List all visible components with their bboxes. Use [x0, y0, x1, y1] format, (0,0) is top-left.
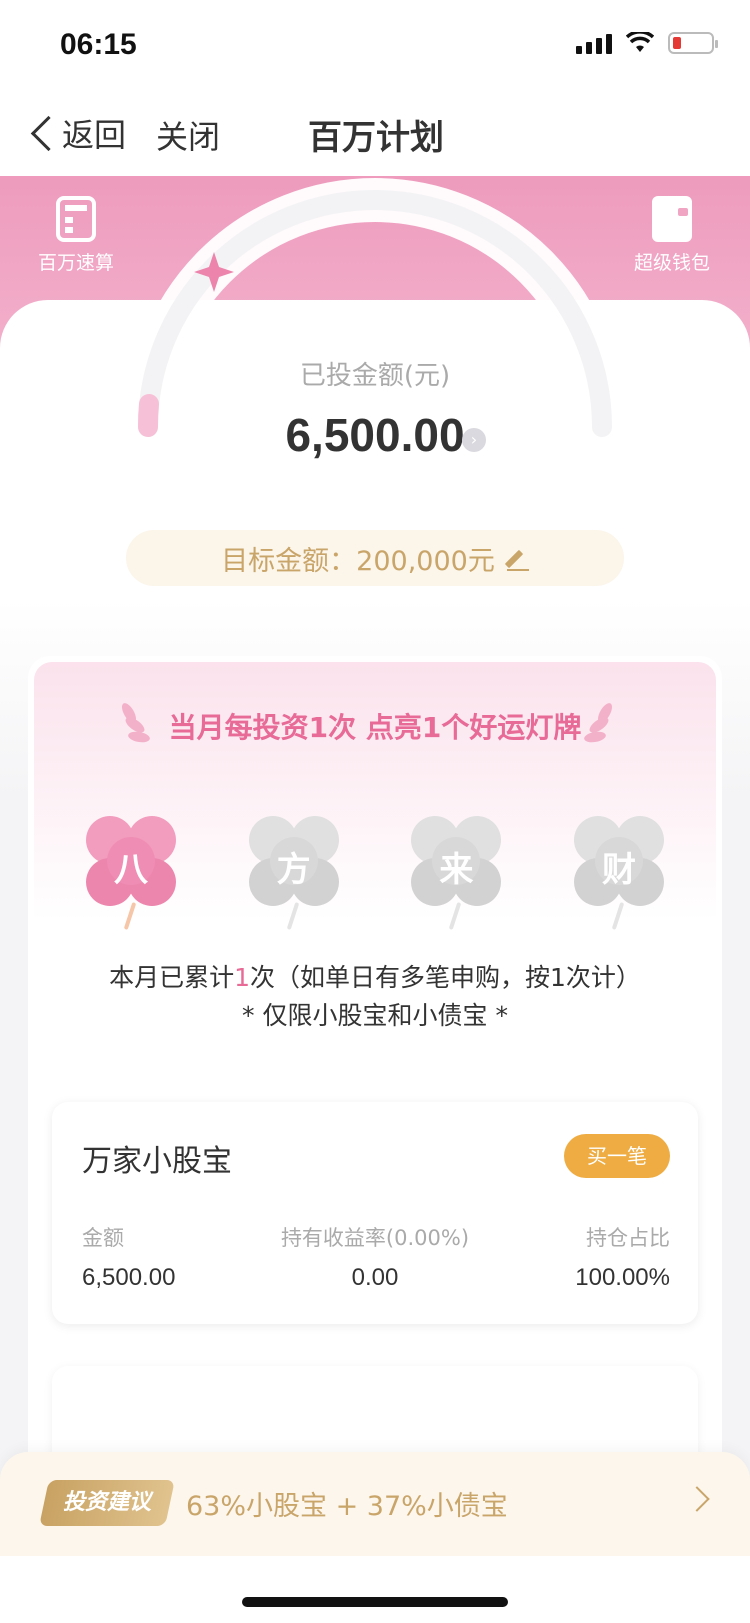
lantern-2: 来 [411, 806, 502, 936]
count-number: 1 [234, 963, 250, 992]
stat-yield: 持有收益率(0.00%) 0.00 [262, 1222, 488, 1292]
lantern-char: 方 [276, 850, 311, 890]
status-time: 06:15 [60, 28, 137, 61]
investment-suggestion-bar[interactable]: 投资建议 63%小股宝 + 37%小债宝 [0, 1452, 750, 1556]
suggestion-tag: 投资建议 [39, 1480, 175, 1526]
calculator-icon [56, 196, 96, 242]
stat-value: 0.00 [351, 1264, 399, 1291]
invested-label: 已投金额(元) [299, 361, 451, 391]
calculator-tool[interactable]: 百万速算 [16, 196, 136, 275]
wifi-icon [626, 32, 654, 52]
nav-bar: 返回 关闭 百万计划 [0, 92, 750, 176]
back-button[interactable]: 返回 [28, 110, 126, 156]
status-bar: 06:15 [0, 0, 750, 92]
wallet-icon [652, 196, 692, 242]
suggestion-tag-label: 投资建议 [62, 1490, 151, 1515]
lantern-char: 来 [439, 850, 474, 890]
stat-label: 金额 [82, 1226, 124, 1250]
lantern-3: 财 [573, 806, 664, 936]
page-title: 百万计划 [308, 118, 444, 158]
status-icons [576, 32, 718, 54]
limit-note: * 仅限小股宝和小债宝 * [242, 1001, 508, 1030]
leaf-right-icon [583, 700, 615, 748]
stat-value: 100.00% [575, 1264, 670, 1291]
lantern-0: 八 [86, 806, 176, 936]
calculator-label: 百万速算 [37, 252, 114, 274]
suggestion-text: 63%小股宝 + 37%小债宝 [186, 1491, 508, 1522]
chevron-right-icon[interactable]: › [462, 428, 486, 452]
lucky-lanterns: 八 方 来 财 [86, 806, 664, 946]
wallet-tool[interactable]: 超级钱包 [612, 196, 732, 275]
stat-label: 持仓占比 [586, 1226, 670, 1250]
count-suffix: 次（如单日有多笔申购，按1次计） [250, 963, 641, 992]
monthly-count-text: 本月已累计1次（如单日有多笔申购，按1次计） [28, 958, 722, 994]
target-amount-pill[interactable]: 目标金额：200,000元 [126, 530, 624, 586]
count-prefix: 本月已累计 [109, 963, 235, 992]
stat-amount: 金额 6,500.00 [82, 1222, 175, 1292]
lantern-1: 方 [248, 806, 339, 936]
lucky-banner-title: 当月每投资1次 点亮1个好运灯牌 [168, 711, 582, 744]
chevron-right-icon[interactable] [684, 1486, 710, 1512]
invested-amount[interactable]: 6,500.00 [0, 408, 750, 462]
wallet-label: 超级钱包 [633, 252, 710, 274]
edit-icon[interactable] [506, 547, 529, 571]
home-area [0, 1556, 750, 1623]
lantern-char: 财 [601, 850, 636, 890]
lantern-char: 八 [114, 850, 148, 890]
close-button[interactable]: 关闭 [156, 112, 220, 158]
chevron-left-icon [28, 113, 52, 153]
back-label: 返回 [62, 116, 127, 154]
target-amount-text: 目标金额：200,000元 [221, 545, 495, 577]
stat-label: 持有收益率(0.00%) [280, 1226, 470, 1250]
battery-icon [668, 32, 718, 54]
signal-icon [576, 32, 612, 54]
home-indicator[interactable] [242, 1597, 508, 1607]
product-card[interactable]: 万家小股宝 买一笔 金额 6,500.00 持有收益率(0.00%) 0.00 … [52, 1102, 698, 1324]
product-name: 万家小股宝 [82, 1144, 232, 1179]
stat-share: 持仓占比 100.00% [575, 1222, 670, 1292]
buy-button[interactable]: 买一笔 [564, 1134, 670, 1178]
stat-value: 6,500.00 [82, 1264, 176, 1291]
